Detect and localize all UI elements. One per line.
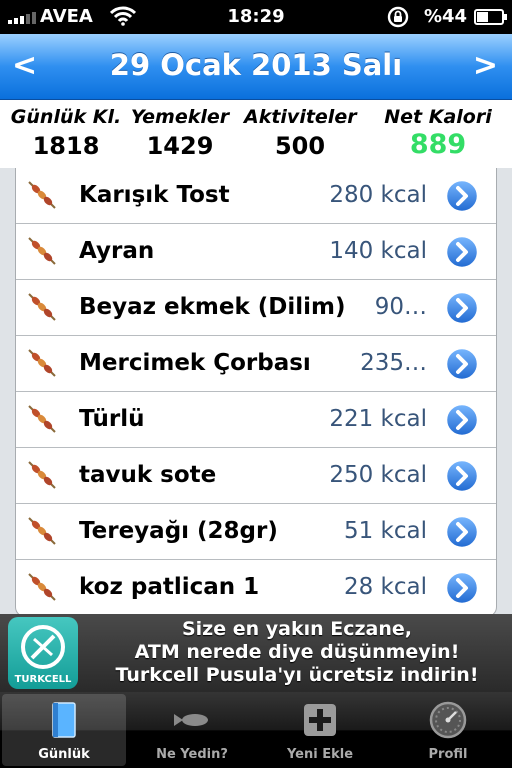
net-calories: Net Kalori 889 [382,106,494,160]
food-calories: 221 kcal [329,406,427,432]
food-list-area[interactable]: Karışık Tost 280 kcal Ayran 140 kcal Beyaz e… [0,168,512,614]
food-calories: 140 kcal [329,238,427,264]
food-entry-row[interactable]: Türlü 221 kcal [16,392,496,448]
kebab-skewer-icon [28,293,56,321]
tab-yeni-ekle[interactable]: Yeni Ekle [258,694,382,766]
navigation-bar: < 29 Ocak 2013 Salı > [0,34,512,100]
food-calories: 51 kcal [343,518,427,544]
tab-profil-label: Profil [428,747,468,762]
ad-text-line-3: Turkcell Pusula'yı ücretsiz indirin! [115,664,479,686]
kebab-skewer-icon [28,461,56,489]
ad-text-line-1: Size en yakın Eczane, [181,618,413,640]
tab-gunluk-label: Günlük [38,747,90,762]
food-name: Tereyağı (28gr) [79,518,278,544]
food-entry-row[interactable]: Mercimek Çorbası 235… [16,336,496,392]
fish-icon [174,714,208,726]
net-calories-value: 889 [409,129,467,160]
plus-icon [304,704,336,736]
food-calories: 250 kcal [329,462,427,488]
battery-icon [474,9,507,25]
speedometer-icon [429,701,467,739]
compass-icon [21,625,65,669]
food-list: Karışık Tost 280 kcal Ayran 140 kcal Beyaz e… [15,168,497,614]
food-name: Karışık Tost [79,182,230,208]
food-calories: 28 kcal [343,574,427,600]
detail-disclosure-icon[interactable] [444,290,480,326]
food-name: tavuk sote [79,462,217,488]
food-entry-row[interactable]: tavuk sote 250 kcal [16,448,496,504]
activities-label: Aktiviteler [244,106,357,128]
food-entry-row[interactable]: Ayran 140 kcal [16,224,496,280]
daily-calories-value: 1818 [32,132,100,160]
food-entry-row[interactable]: Tereyağı (28gr) 51 kcal [16,504,496,560]
food-name: koz patlican 1 [79,574,260,600]
food-calories: 280 kcal [329,182,427,208]
previous-day-button[interactable]: < [12,48,37,83]
detail-disclosure-icon[interactable] [444,458,480,494]
meals-calories: Yemekler 1429 [128,106,232,160]
tab-ne-yedin[interactable]: Ne Yedin? [130,694,254,766]
book-icon [52,702,76,738]
date-title: 29 Ocak 2013 Salı [109,48,403,82]
ad-text: Size en yakın Eczane, ATM nerede diye dü… [88,618,506,687]
food-entry-row[interactable]: Karışık Tost 280 kcal [16,168,496,224]
net-calories-label: Net Kalori [384,106,492,128]
kebab-skewer-icon [28,405,56,433]
food-name: Ayran [79,238,155,264]
tab-yeni-ekle-label: Yeni Ekle [286,747,354,762]
tab-ne-yedin-label: Ne Yedin? [156,747,228,762]
ad-text-line-2: ATM nerede diye düşünmeyin! [134,641,460,663]
rotation-lock-icon [387,6,409,28]
kebab-skewer-icon [28,237,56,265]
tab-bar: Günlük Ne Yedin? Yeni Ekle Profil [0,692,512,768]
kebab-skewer-icon [28,181,56,209]
turkcell-logo-label: TURKCELL [14,674,72,685]
kebab-skewer-icon [28,349,56,377]
food-calories: 90… [374,294,427,320]
food-calories: 235… [360,350,427,376]
food-entry-row[interactable]: Beyaz ekmek (Dilim) 90… [16,280,496,336]
daily-calories: Günlük Kl. 1818 [8,106,124,160]
tab-profil[interactable]: Profil [386,694,510,766]
food-name: Mercimek Çorbası [79,350,311,376]
meals-label: Yemekler [130,106,230,128]
detail-disclosure-icon[interactable] [444,570,480,606]
detail-disclosure-icon[interactable] [444,234,480,270]
battery-percentage: %44 [424,6,468,27]
food-name: Beyaz ekmek (Dilim) [79,294,346,320]
kebab-skewer-icon [28,573,56,601]
meals-value: 1429 [146,132,214,160]
activities-value: 500 [274,132,326,160]
detail-disclosure-icon[interactable] [444,178,480,214]
food-name: Türlü [79,406,145,432]
detail-disclosure-icon[interactable] [444,402,480,438]
tab-gunluk[interactable]: Günlük [2,694,126,766]
activities-calories: Aktiviteler 500 [244,106,357,160]
calorie-summary: Günlük Kl. 1818 Yemekler 1429 Aktivitele… [0,100,512,168]
turkcell-logo: TURKCELL [8,617,78,689]
next-day-button[interactable]: > [473,48,498,83]
kebab-skewer-icon [28,517,56,545]
ad-banner[interactable]: TURKCELL Size en yakın Eczane, ATM nered… [0,614,512,692]
daily-calories-label: Günlük Kl. [10,106,122,128]
status-bar: AVEA 18:29 %44 [0,0,512,34]
detail-disclosure-icon[interactable] [444,346,480,382]
detail-disclosure-icon[interactable] [444,514,480,550]
food-entry-row[interactable]: koz patlican 1 28 kcal [16,560,496,614]
